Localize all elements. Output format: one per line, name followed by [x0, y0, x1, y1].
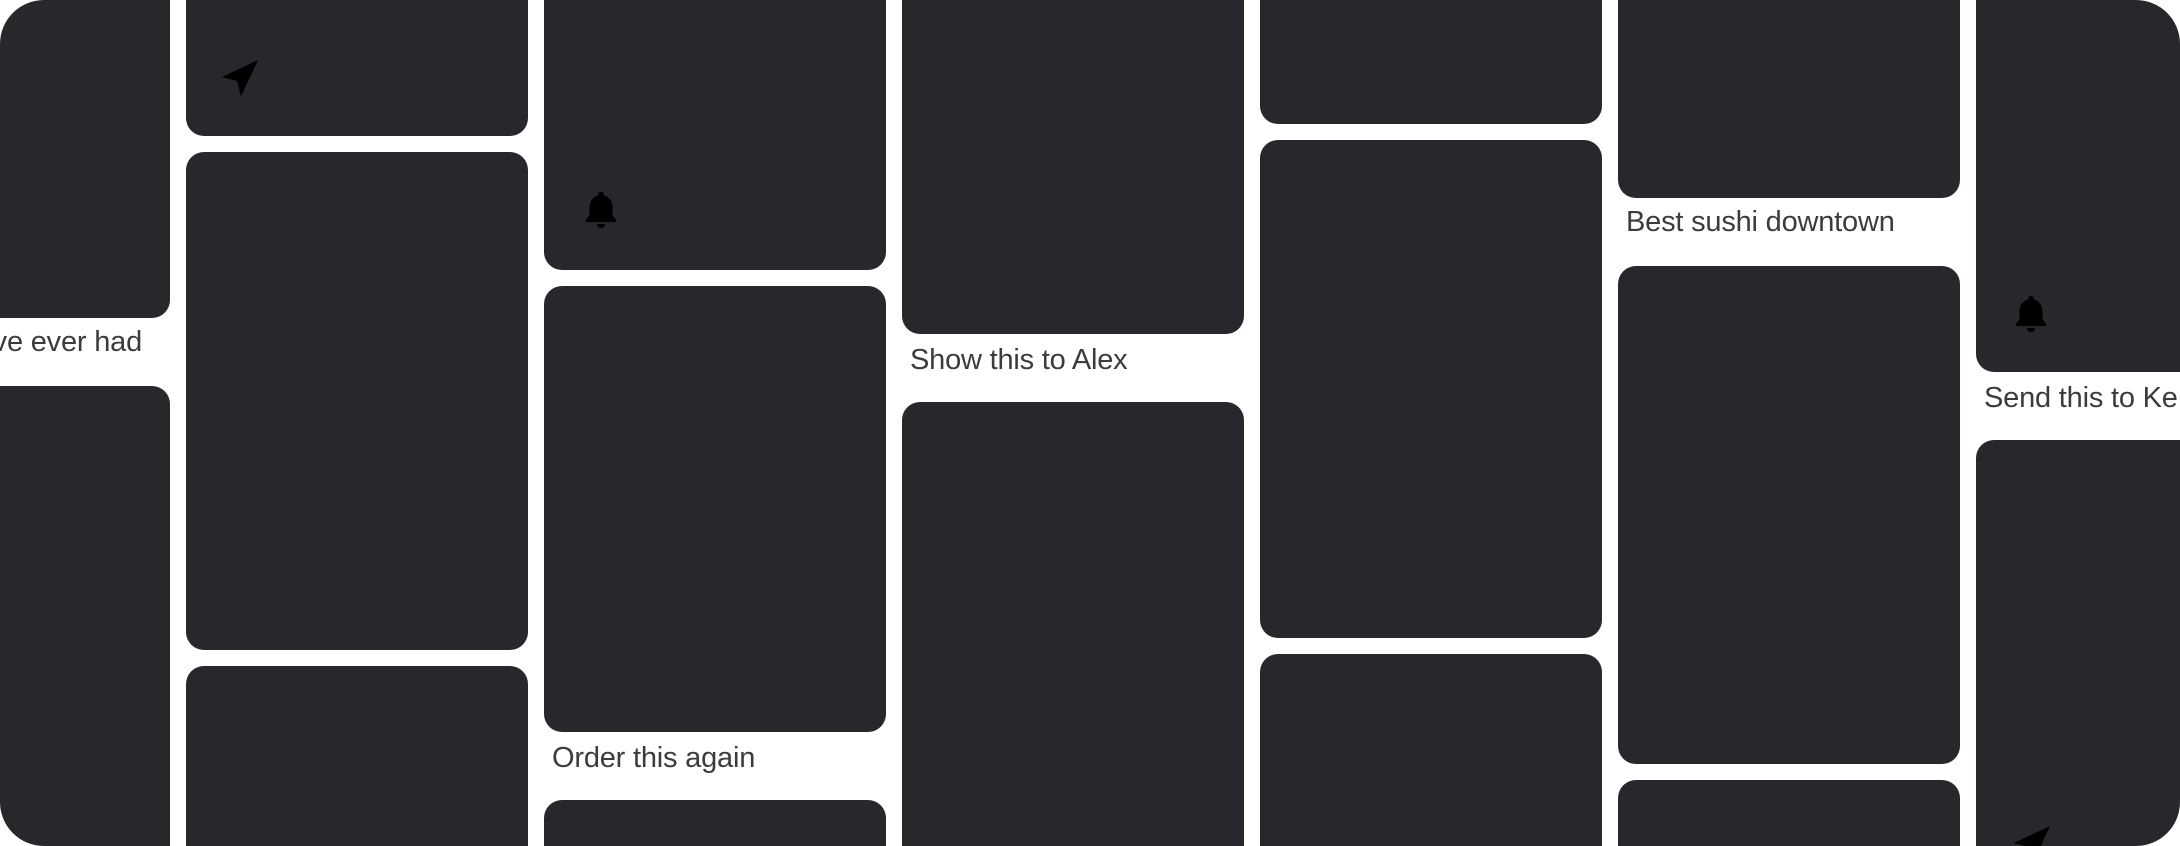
pin-card[interactable] — [544, 286, 886, 732]
pin-grid: ve ever had Order this again Show this t… — [0, 0, 2180, 846]
pin-card[interactable] — [1976, 440, 2180, 846]
grid-column-3: Order this again — [544, 0, 886, 846]
pin-caption: Order this again — [552, 742, 756, 774]
grid-column-4: Show this to Alex — [902, 0, 1244, 846]
pin-card[interactable] — [0, 0, 170, 318]
pin-card[interactable] — [1618, 780, 1960, 846]
pin-card[interactable] — [186, 152, 528, 650]
grid-column-2 — [186, 0, 528, 846]
send-arrow-icon[interactable] — [216, 56, 262, 102]
pin-caption: Best sushi downtown — [1626, 206, 1895, 238]
pin-card[interactable] — [902, 0, 1244, 334]
bell-icon[interactable] — [2008, 291, 2054, 337]
pin-card[interactable] — [186, 666, 528, 846]
pin-card[interactable] — [544, 0, 886, 270]
send-arrow-icon[interactable] — [2008, 822, 2054, 846]
pin-card[interactable] — [1618, 266, 1960, 764]
grid-column-7: Send this to Ke — [1976, 0, 2180, 846]
pin-card[interactable] — [0, 386, 170, 846]
grid-column-6: Best sushi downtown — [1618, 0, 1960, 846]
pin-card[interactable] — [1260, 140, 1602, 638]
pin-caption: Send this to Ke — [1984, 382, 2178, 414]
pin-card[interactable] — [1976, 0, 2180, 372]
grid-column-5 — [1260, 0, 1602, 846]
pin-card[interactable] — [186, 0, 528, 136]
pin-caption: ve ever had — [0, 326, 142, 358]
pin-card[interactable] — [1618, 0, 1960, 198]
pin-card[interactable] — [544, 800, 886, 846]
pin-card[interactable] — [902, 402, 1244, 846]
pin-caption: Show this to Alex — [910, 344, 1128, 376]
pin-card[interactable] — [1260, 654, 1602, 846]
pin-card[interactable] — [1260, 0, 1602, 124]
grid-column-1: ve ever had — [0, 0, 170, 846]
bell-icon[interactable] — [578, 187, 624, 233]
